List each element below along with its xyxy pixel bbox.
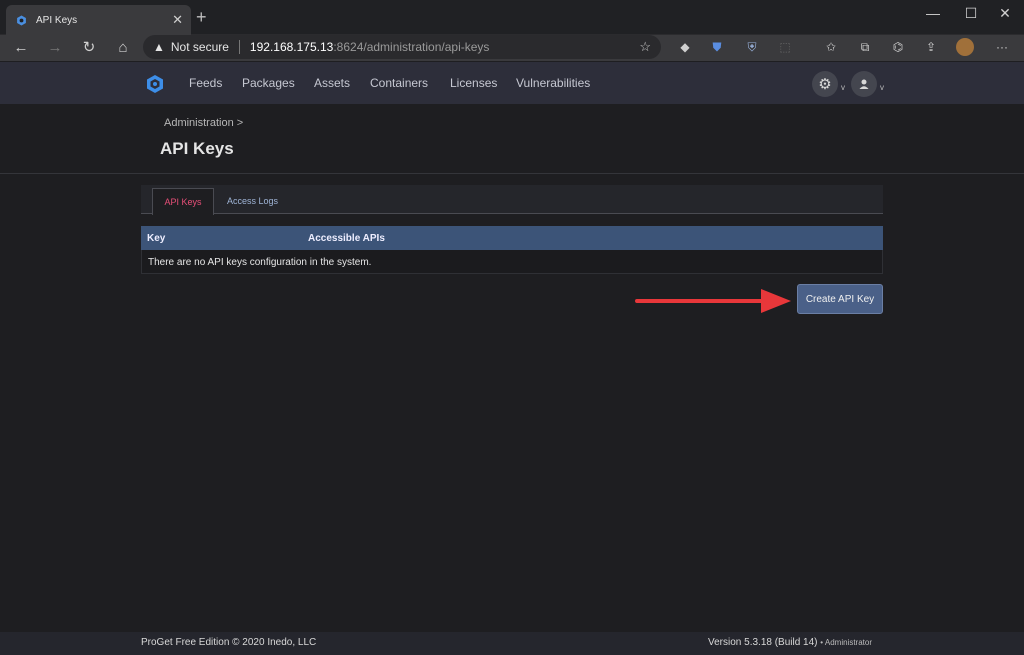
proget-favicon-icon [14,13,28,27]
page-title: API Keys [160,139,234,158]
profile-avatar-icon[interactable] [956,38,974,56]
favorites-icon[interactable]: ✩ [822,38,840,56]
gear-icon: ⚙ [818,76,832,93]
security-extension-icon[interactable]: ⛨ [743,38,761,56]
chevron-down-icon[interactable]: v [880,83,884,92]
close-tab-icon[interactable]: ✕ [172,12,183,28]
nav-packages[interactable]: Packages [242,76,295,90]
footer-copyright: ProGet Free Edition © 2020 Inedo, LLC [141,637,317,648]
tab-api-keys[interactable]: API Keys [152,188,214,215]
user-menu-button[interactable] [851,71,877,97]
nav-containers[interactable]: Containers [370,76,428,90]
refresh-icon[interactable]: ↻ [72,37,106,59]
column-accessible-apis: Accessible APIs [308,232,385,244]
tab-access-logs[interactable]: Access Logs [227,196,278,206]
nav-feeds[interactable]: Feeds [189,76,222,90]
table-header: Key Accessible APIs [141,226,883,250]
page-header [0,104,1024,174]
favorite-star-icon[interactable]: ☆ [639,39,651,55]
shield-extension-icon[interactable]: ⛊ [708,38,726,56]
address-path: :8624/administration/api-keys [333,40,490,54]
settings-button[interactable]: ⚙ [812,71,838,97]
user-icon [859,79,869,89]
share-icon[interactable]: ⇪ [922,38,940,56]
version-text: Version 5.3.18 (Build 14) [708,637,818,648]
create-api-key-button[interactable]: Create API Key [797,284,883,314]
back-arrow-icon[interactable]: ← [4,37,38,59]
address-separator [238,40,240,54]
more-menu-icon[interactable]: ··· [993,38,1011,56]
annotation-arrow-icon [635,289,791,313]
browser-tab-title: API Keys [36,14,78,26]
column-key: Key [147,232,166,244]
forward-arrow-icon[interactable]: → [38,37,72,59]
warning-icon: ▲ [153,40,165,54]
nav-licenses[interactable]: Licenses [450,76,497,90]
screenshot-extension-icon[interactable]: ⬚ [776,38,794,56]
new-tab-button[interactable]: + [196,8,207,26]
security-status: Not secure [170,40,229,54]
breadcrumb[interactable]: Administration > [164,117,243,129]
nav-assets[interactable]: Assets [314,76,350,90]
address-host: 192.168.175.13 [249,40,334,54]
chevron-down-icon[interactable]: v [841,83,845,92]
address-bar[interactable]: ▲ Not secure 192.168.175.13:8624/adminis… [143,35,661,59]
browser-tab[interactable]: API Keys ✕ [6,5,191,35]
nav-vulnerabilities[interactable]: Vulnerabilities [516,76,590,90]
table-empty-row: There are no API keys configuration in t… [141,250,883,274]
footer-version: Version 5.3.18 (Build 14) • Administrato… [708,637,872,648]
footer-user: • Administrator [820,638,873,647]
collections-icon[interactable]: ⧉ [856,38,874,56]
extension-icon[interactable]: ◆ [676,38,694,56]
close-window-button[interactable]: ✕ [982,5,1024,22]
home-icon[interactable]: ⌂ [106,37,140,59]
proget-logo-icon[interactable] [145,74,165,94]
browser-essentials-icon[interactable]: ⌬ [889,38,907,56]
